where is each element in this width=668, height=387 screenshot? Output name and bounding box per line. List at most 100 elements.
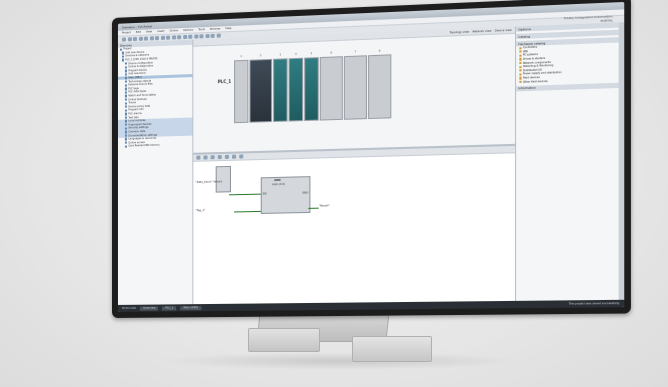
information-section[interactable]: Information <box>516 82 625 92</box>
fbd-output[interactable]: "Result" <box>319 204 330 207</box>
tree-item-icon <box>124 91 128 94</box>
print-icon[interactable] <box>138 36 143 41</box>
fbd-wire-3 <box>308 207 319 209</box>
slot-number: 3 <box>279 53 282 57</box>
stand-base-left <box>248 328 320 352</box>
tree-item-icon <box>124 134 128 137</box>
copy-icon[interactable] <box>149 36 154 41</box>
rack-slot[interactable]: 8 <box>368 50 392 120</box>
upload-icon[interactable] <box>188 34 193 39</box>
rack-slot[interactable]: 6 <box>319 51 343 121</box>
menu-help[interactable]: Help <box>225 27 231 30</box>
slot-number: 2 <box>259 54 262 58</box>
fbd-add-block[interactable]: ADD Auto (Int) EN ENO <box>260 176 311 214</box>
open-branch-icon[interactable] <box>224 154 229 159</box>
folder-icon <box>519 46 522 50</box>
editor-area: Topology view Network view Device view P… <box>193 26 515 305</box>
tree-item-icon <box>121 58 125 62</box>
tree-item-icon <box>124 141 128 145</box>
menu-tools[interactable]: Tools <box>198 28 204 31</box>
save-project-icon[interactable] <box>132 36 137 42</box>
folder-icon <box>519 61 522 65</box>
overview-tab[interactable]: Overview <box>140 306 159 311</box>
delete-icon[interactable] <box>160 35 165 41</box>
menu-edit[interactable]: Edit <box>136 31 141 34</box>
folder-icon <box>519 50 522 54</box>
folder-icon <box>519 80 522 84</box>
tab-topology-view[interactable]: Topology view <box>449 30 469 34</box>
accessible-devices-icon[interactable] <box>204 33 210 39</box>
folder-icon <box>519 54 522 57</box>
cut-icon[interactable] <box>143 36 148 41</box>
monitor-bezel: Siemens - TIA Portal Project Edit View I… <box>112 0 631 319</box>
window-title: Siemens - TIA Portal <box>121 23 153 30</box>
menu-project[interactable]: Project <box>122 31 131 34</box>
tree-item-icon <box>124 127 128 130</box>
slot-number: 5 <box>310 52 313 56</box>
stop-cpu-icon[interactable] <box>216 33 221 38</box>
tab-device-view[interactable]: Device view <box>495 28 512 32</box>
undo-icon[interactable] <box>166 35 171 40</box>
compile-icon[interactable] <box>177 35 182 40</box>
new-project-icon[interactable] <box>121 37 126 42</box>
fbd-block-title: ADD <box>274 178 281 183</box>
menu-window[interactable]: Window <box>210 27 220 30</box>
slot-number: 7 <box>354 50 357 54</box>
tree-item-icon <box>124 83 128 87</box>
monitor-icon[interactable] <box>239 154 244 159</box>
slot-number: 1 <box>240 54 243 59</box>
rack-slot[interactable]: 2 <box>249 54 273 123</box>
start-cpu-icon[interactable] <box>210 33 215 38</box>
fbd-eno-pin: ENO <box>302 191 309 195</box>
tree-item-icon <box>124 94 128 98</box>
rack-slot[interactable]: 3 <box>273 53 288 123</box>
rack-slot[interactable]: 5 <box>304 52 319 122</box>
project-tree: Devices Project Add new device Devices & n… <box>117 39 194 305</box>
folder-icon <box>519 65 522 69</box>
menu-options[interactable]: Options <box>183 29 193 32</box>
tree-item-icon <box>124 80 128 83</box>
task-card-tabs[interactable] <box>618 22 625 300</box>
insert-network-icon[interactable] <box>196 155 201 160</box>
insert-contact-icon[interactable] <box>203 155 208 160</box>
fbd-input-2[interactable]: "Tag_1" <box>195 209 205 212</box>
workspace: Devices Project Add new device Devices & n… <box>117 22 625 305</box>
paste-icon[interactable] <box>154 36 159 41</box>
plc-rack[interactable]: 1 2 3 4 5 6 7 8 <box>234 50 422 124</box>
slot-number: 8 <box>378 49 381 53</box>
rack-slot[interactable]: 4 <box>288 53 304 122</box>
plc-tab[interactable]: PLC_1 <box>162 305 177 311</box>
task-cards: Options Catalog Hardware catalog Control… <box>514 22 625 301</box>
tree-item-label: Card Reader/USB memory <box>128 143 160 148</box>
menu-view[interactable]: View <box>146 30 152 33</box>
fbd-input-1[interactable]: "Data_block".Value1 <box>195 180 222 184</box>
floor-shadow <box>160 352 520 370</box>
project-tree-list: Project Add new device Devices & networks P… <box>117 45 193 149</box>
status-message: The project was saved successfully. <box>568 301 620 306</box>
rack-slot[interactable]: 7 <box>343 51 368 120</box>
menu-insert[interactable]: Insert <box>157 30 164 33</box>
tab-network-view[interactable]: Network view <box>472 29 491 33</box>
close-branch-icon[interactable] <box>232 154 237 159</box>
slot-number: 4 <box>295 52 297 56</box>
folder-icon <box>519 69 522 72</box>
tree-item-label: Online backups <box>128 97 147 102</box>
tree-item-icon <box>124 76 128 80</box>
monitor-screen: Siemens - TIA Portal Project Edit View I… <box>117 1 625 312</box>
tree-item-icon <box>124 116 128 119</box>
insert-coil-icon[interactable] <box>210 155 215 160</box>
catalog-item-label: Controllers <box>522 45 538 50</box>
go-online-icon[interactable] <box>193 34 198 39</box>
open-project-icon[interactable] <box>127 37 132 42</box>
menu-online[interactable]: Online <box>170 29 178 32</box>
portal-view-link[interactable]: Portal view <box>122 307 136 310</box>
main-ob-tab[interactable]: Main (OB1) <box>180 305 202 310</box>
redo-icon[interactable] <box>171 35 176 40</box>
tree-item-icon <box>124 130 128 134</box>
go-offline-icon[interactable] <box>199 34 204 39</box>
insert-box-icon[interactable] <box>217 154 222 160</box>
download-icon[interactable] <box>182 34 187 40</box>
rack-slot[interactable]: 1 <box>234 55 249 124</box>
fbd-and-block[interactable] <box>215 165 231 193</box>
slot-number: 6 <box>330 51 333 55</box>
